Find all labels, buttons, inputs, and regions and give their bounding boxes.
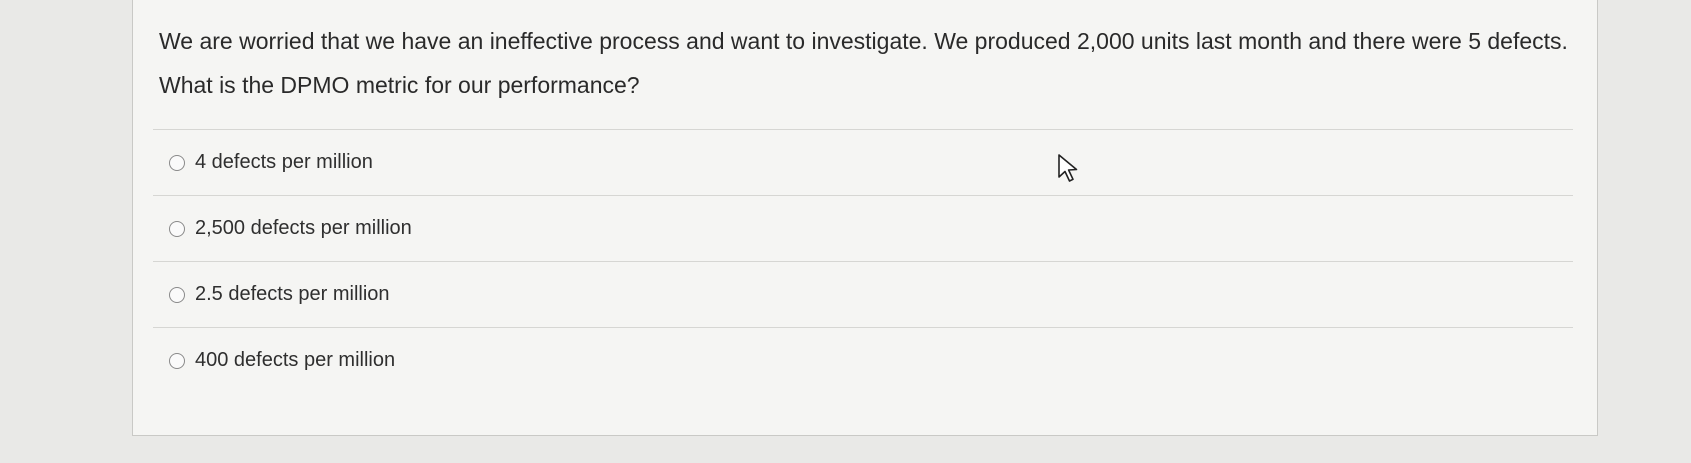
question-text: We are worried that we have an ineffecti…: [159, 28, 1568, 98]
answer-option-3[interactable]: 2.5 defects per million: [153, 261, 1573, 327]
answer-option-4[interactable]: 400 defects per million: [153, 327, 1573, 393]
answer-options: 4 defects per million 2,500 defects per …: [153, 129, 1573, 393]
answer-option-label: 4 defects per million: [195, 151, 373, 173]
radio-button[interactable]: [169, 352, 185, 369]
answer-option-label: 2,500 defects per million: [195, 217, 412, 239]
question-card: We are worried that we have an ineffecti…: [132, 0, 1598, 436]
radio-button[interactable]: [169, 220, 185, 237]
radio-button[interactable]: [169, 286, 185, 303]
answer-option-2[interactable]: 2,500 defects per million: [153, 195, 1573, 261]
answer-option-label: 400 defects per million: [195, 349, 396, 371]
answer-option-label: 2.5 defects per million: [195, 283, 390, 305]
mouse-pointer-icon: [1058, 154, 1078, 182]
answer-option-1[interactable]: 4 defects per million: [153, 129, 1573, 195]
radio-button[interactable]: [169, 154, 185, 171]
